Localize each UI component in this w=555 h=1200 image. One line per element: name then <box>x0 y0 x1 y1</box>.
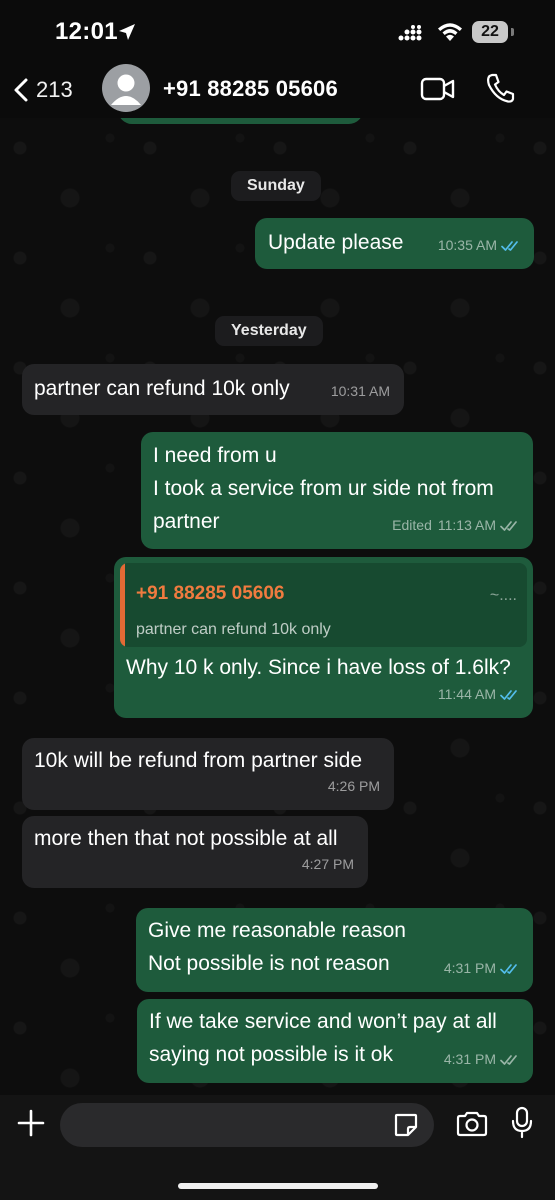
message-time: 4:31 PM <box>443 1051 496 1067</box>
chat-area[interactable]: Sunday Update please 10:35 AM Yesterday … <box>0 118 555 1095</box>
wifi-icon <box>437 22 463 47</box>
plus-icon <box>17 1109 45 1137</box>
message-bubble-incoming[interactable]: more then that not possible at all 4:27 … <box>22 816 368 888</box>
sticker-button[interactable] <box>393 1112 419 1143</box>
message-bubble-outgoing[interactable]: Update please 10:35 AM <box>255 218 534 269</box>
message-meta: 4:31 PM <box>444 952 520 985</box>
message-meta: 4:26 PM <box>328 770 380 803</box>
delivered-ticks-icon <box>500 520 517 531</box>
unread-count: 213 <box>36 77 73 102</box>
chevron-left-icon <box>14 78 28 102</box>
voice-call-button[interactable] <box>485 72 515 109</box>
phone-icon <box>487 73 515 103</box>
message-time: 4:31 PM <box>443 960 496 976</box>
attach-button[interactable] <box>16 1108 46 1143</box>
message-input[interactable] <box>60 1103 434 1147</box>
message-time: 11:13 AM <box>437 517 496 533</box>
microphone-button[interactable] <box>510 1106 534 1145</box>
camera-icon <box>456 1111 488 1137</box>
message-bubble-outgoing[interactable]: Give me reasonable reason Not possible i… <box>136 908 533 992</box>
message-meta: 10:31 AM <box>331 375 390 408</box>
avatar[interactable] <box>102 64 150 112</box>
delivered-ticks-icon <box>500 1054 517 1065</box>
message-time: 4:27 PM <box>301 856 354 872</box>
message-time: 10:31 AM <box>330 383 390 399</box>
previous-message-edge <box>118 118 363 124</box>
message-text: Update please <box>268 231 404 254</box>
message-meta: 4:31 PM <box>444 1043 520 1076</box>
location-arrow-icon <box>117 22 137 47</box>
message-text: more then that not possible at all <box>34 827 338 850</box>
microphone-icon <box>511 1106 533 1139</box>
read-ticks-icon <box>500 963 517 974</box>
date-divider: Yesterday <box>215 316 323 346</box>
back-button[interactable]: 213 <box>12 72 73 108</box>
sticker-icon <box>394 1113 418 1137</box>
message-time: 11:44 AM <box>437 686 496 702</box>
battery-tip <box>511 28 514 36</box>
status-bar: 12:01 22 <box>0 0 555 62</box>
message-meta: Edited 11:13 AM <box>392 509 520 542</box>
message-text: partner can refund 10k only <box>34 377 290 400</box>
quote-author: +91 88285 05606 <box>136 583 285 604</box>
home-indicator[interactable] <box>178 1183 378 1189</box>
message-meta: 11:44 AM <box>438 678 520 711</box>
contact-name[interactable]: +91 88285 05606 <box>163 76 338 102</box>
edited-label: Edited <box>392 517 432 533</box>
message-time: 4:26 PM <box>327 778 380 794</box>
quote-text: partner can refund 10k only <box>136 621 331 638</box>
signal-icon <box>398 25 422 46</box>
message-meta: 4:27 PM <box>302 848 354 881</box>
message-bubble-incoming[interactable]: 10k will be refund from partner side 4:2… <box>22 738 394 810</box>
battery-level: 22 <box>481 23 499 40</box>
read-ticks-icon <box>501 240 518 251</box>
message-text: Give me reasonable reason Not possible i… <box>148 919 406 975</box>
message-bubble-outgoing[interactable]: I need from u I took a service from ur s… <box>141 432 533 549</box>
avatar-icon <box>111 74 141 105</box>
chat-header: 213 +91 88285 05606 <box>0 62 555 118</box>
message-bubble-outgoing[interactable]: If we take service and won’t pay at all … <box>137 999 533 1083</box>
battery-icon: 22 <box>472 21 508 43</box>
message-text: 10k will be refund from partner side <box>34 749 362 772</box>
message-bubble-outgoing-reply[interactable]: +91 88285 05606 ~.... partner can refund… <box>114 557 533 718</box>
video-call-button[interactable] <box>420 75 456 108</box>
quoted-message[interactable]: +91 88285 05606 ~.... partner can refund… <box>120 563 527 647</box>
date-divider: Sunday <box>231 171 321 201</box>
message-time: 10:35 AM <box>437 237 497 253</box>
quote-accent-bar <box>120 563 125 647</box>
message-meta: 10:35 AM <box>438 229 521 262</box>
quote-marker: ~.... <box>489 587 517 604</box>
read-ticks-icon <box>500 689 517 700</box>
video-call-icon <box>420 77 455 101</box>
status-time: 12:01 <box>55 18 118 45</box>
camera-button[interactable] <box>456 1111 488 1142</box>
message-bubble-incoming[interactable]: partner can refund 10k only 10:31 AM <box>22 364 404 415</box>
message-input-bar <box>0 1095 555 1200</box>
